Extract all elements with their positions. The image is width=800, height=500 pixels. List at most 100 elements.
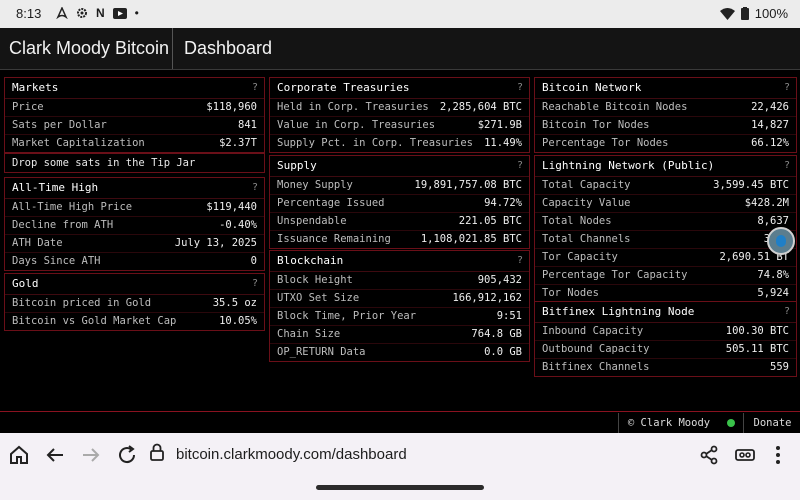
stat-row: OP_RETURN Data 0.0 GB (270, 344, 529, 361)
stat-row: Total Nodes 8,637 (535, 213, 796, 231)
url-text[interactable]: bitcoin.clarkmoody.com/dashboard (176, 446, 407, 463)
stat-row: Unspendable 221.05 BTC (270, 213, 529, 231)
settings-icon (77, 8, 87, 18)
help-icon[interactable]: ? (252, 274, 258, 294)
stat-label: Bitcoin Tor Nodes (542, 119, 650, 131)
connection-status-indicator (727, 419, 735, 427)
stat-value: 66.12% (751, 137, 789, 149)
stat-row: Capacity Value $428.2M (535, 195, 796, 213)
stat-value: 19,891,757.08 BTC (414, 179, 522, 191)
help-icon[interactable]: ? (784, 78, 790, 98)
stat-value: 9:51 (496, 310, 522, 322)
forward-icon[interactable] (79, 443, 103, 467)
stat-value: 166,912,162 (452, 292, 522, 304)
stat-label: Percentage Issued (277, 197, 385, 209)
page-title[interactable]: Dashboard (184, 38, 272, 59)
stat-value: $2.37T (219, 137, 257, 149)
more-menu-icon[interactable] (766, 443, 790, 467)
help-icon[interactable]: ? (784, 156, 790, 176)
stat-row: Bitfinex Channels 559 (535, 359, 796, 376)
status-time: 8:13 (16, 6, 42, 21)
stat-value: $118,960 (206, 101, 257, 113)
stat-row: Bitcoin priced in Gold 35.5 oz (5, 295, 264, 313)
stat-value: -0.40% (219, 219, 257, 231)
stat-row: Chain Size 764.8 GB (270, 326, 529, 344)
battery-icon (740, 7, 749, 20)
youtube-icon (112, 7, 127, 19)
panel-title: Corporate Treasuries? (270, 78, 529, 99)
back-icon[interactable] (43, 443, 67, 467)
stat-label: Supply Pct. in Corp. Treasuries (277, 137, 473, 149)
tip-jar-link[interactable]: Drop some sats in the Tip Jar (4, 153, 265, 173)
share-icon[interactable] (697, 443, 721, 467)
help-icon[interactable]: ? (252, 78, 258, 98)
stat-row: Days Since ATH 0 (5, 253, 264, 270)
network-panel: Bitcoin Network? Reachable Bitcoin Nodes… (534, 77, 797, 153)
incognito-icon[interactable] (733, 443, 757, 467)
lightning-panel: Lightning Network (Public)? Total Capaci… (534, 155, 797, 303)
stat-row: Supply Pct. in Corp. Treasuries 11.49% (270, 135, 529, 152)
help-icon[interactable]: ? (784, 302, 790, 322)
stat-row: Reachable Bitcoin Nodes 22,426 (535, 99, 796, 117)
stat-label: Tor Nodes (542, 287, 599, 299)
stat-row: Inbound Capacity 100.30 BTC (535, 323, 796, 341)
home-gesture-handle[interactable] (316, 485, 484, 490)
stat-label: Outbound Capacity (542, 343, 650, 355)
header-divider (172, 28, 173, 69)
stat-label: Block Height (277, 274, 353, 286)
help-icon[interactable]: ? (517, 78, 523, 98)
stat-label: Chain Size (277, 328, 341, 340)
stat-label: All-Time High Price (12, 201, 133, 213)
stat-row: Bitcoin vs Gold Market Cap 10.05% (5, 313, 264, 330)
stat-label: Unspendable (277, 215, 347, 227)
stat-label: Bitfinex Channels (542, 361, 650, 373)
gesture-nav-bar (0, 478, 800, 500)
stat-label: Total Nodes (542, 215, 612, 227)
stat-value: 10.05% (219, 315, 257, 327)
stat-label: Bitcoin vs Gold Market Cap (12, 315, 177, 327)
stat-row: Block Time, Prior Year 9:51 (270, 308, 529, 326)
markets-panel: Markets? Price $118,960 Sats per Dollar 841… (4, 77, 265, 153)
stat-label: Money Supply (277, 179, 353, 191)
supply-panel: Supply? Money Supply 19,891,757.08 BTC Per… (269, 155, 530, 249)
browser-toolbar: bitcoin.clarkmoody.com/dashboard (0, 433, 800, 478)
credit-link[interactable]: © Clark Moody (618, 413, 719, 433)
stat-value: 5,924 (757, 287, 789, 299)
stat-row: Held in Corp. Treasuries 2,285,604 BTC (270, 99, 529, 117)
stat-row: Money Supply 19,891,757.08 BTC (270, 177, 529, 195)
stat-label: Percentage Tor Nodes (542, 137, 669, 149)
stat-row: All-Time High Price $119,440 (5, 199, 264, 217)
help-icon[interactable]: ? (517, 251, 523, 271)
stat-row: Total Channels37,6 (535, 231, 796, 249)
dot-icon: • (134, 6, 139, 20)
stat-row: Sats per Dollar 841 (5, 117, 264, 135)
stat-value: July 13, 2025 (174, 237, 257, 249)
stat-row: Bitcoin Tor Nodes 14,827 (535, 117, 796, 135)
reload-icon[interactable] (115, 443, 139, 467)
stat-value: $271.9B (477, 119, 522, 131)
help-icon[interactable]: ? (517, 156, 523, 176)
floating-bubble-icon[interactable] (767, 227, 795, 255)
stat-label: Price (12, 101, 44, 113)
stat-value: 221.05 BTC (458, 215, 522, 227)
stat-value: 559 (770, 361, 789, 373)
site-brand[interactable]: Clark Moody Bitcoin (9, 38, 169, 59)
stat-value: 764.8 GB (471, 328, 522, 340)
gold-panel: Gold? Bitcoin priced in Gold 35.5 oz Bitco… (4, 273, 265, 331)
stat-label: Decline from ATH (12, 219, 114, 231)
address-bar[interactable]: bitcoin.clarkmoody.com/dashboard (146, 441, 686, 469)
n-icon: N (96, 6, 105, 20)
app-header: Clark Moody Bitcoin Dashboard (0, 28, 800, 70)
stat-label: Sats per Dollar (12, 119, 107, 131)
donate-link[interactable]: Donate (743, 413, 800, 433)
ath-panel: All-Time High? All-Time High Price $119,4… (4, 177, 265, 271)
stat-label: Capacity Value (542, 197, 631, 209)
stat-row: Tor Capacity 2,690.51 BT (535, 249, 796, 267)
stat-value: $428.2M (744, 197, 789, 209)
help-icon[interactable]: ? (252, 178, 258, 198)
stat-value: 2,285,604 BTC (439, 101, 522, 113)
home-icon[interactable] (7, 443, 31, 467)
airbnb-icon (56, 7, 68, 19)
stat-row: Value in Corp. Treasuries $271.9B (270, 117, 529, 135)
panel-title: Supply? (270, 156, 529, 177)
